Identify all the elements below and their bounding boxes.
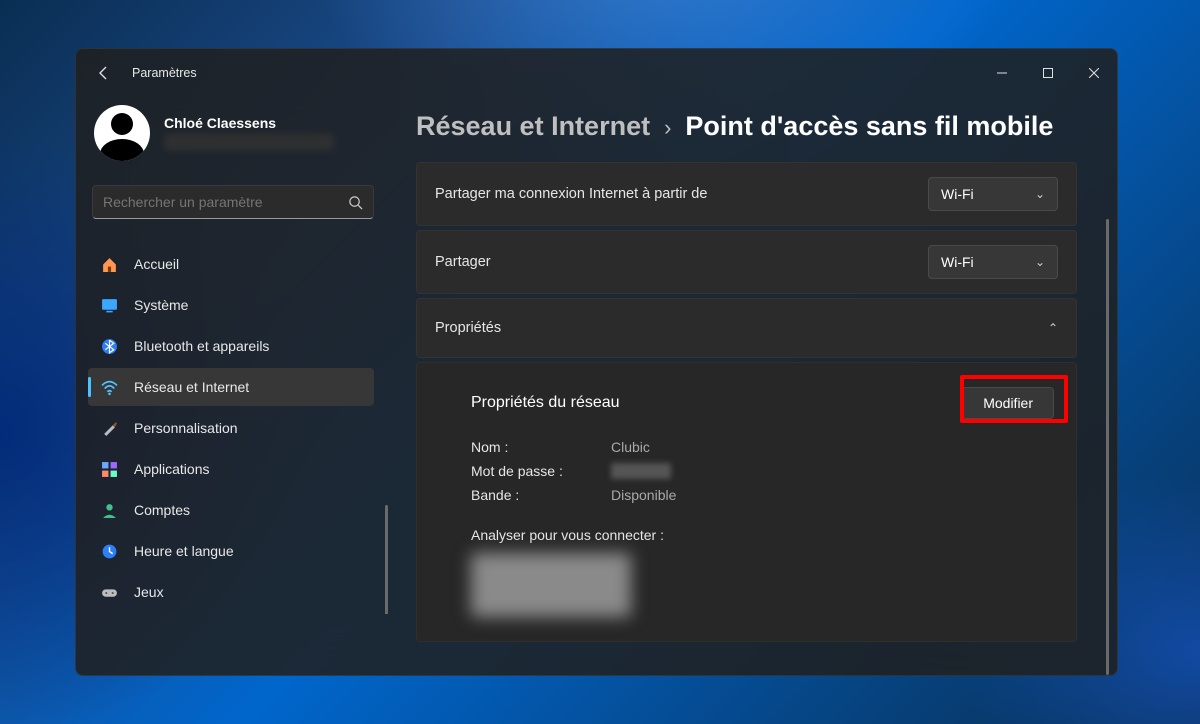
kv-key: Bande : [471,487,611,503]
settings-cards: Partager ma connexion Internet à partir … [416,162,1113,646]
kv-key: Nom : [471,439,611,455]
maximize-icon [1043,68,1053,78]
minimize-icon [997,68,1007,78]
page-title: Point d'accès sans fil mobile [685,111,1053,142]
bluetooth-icon [100,337,118,355]
sidebar: Chloé Claessens Accueil [76,97,390,675]
apps-icon [100,460,118,478]
window-controls [979,49,1117,97]
kv-value: Disponible [611,487,676,503]
card-label: Partager ma connexion Internet à partir … [435,186,707,202]
home-icon [100,255,118,273]
sidebar-item-label: Jeux [134,584,164,600]
kv-key: Mot de passe : [471,463,611,479]
maximize-button[interactable] [1025,49,1071,97]
profile-block[interactable]: Chloé Claessens [76,101,390,179]
content-scrollbar[interactable] [1106,219,1109,675]
close-button[interactable] [1071,49,1117,97]
sidebar-item-label: Accueil [134,256,179,272]
chevron-down-icon: ⌄ [1035,187,1045,201]
minimize-button[interactable] [979,49,1025,97]
qr-code-redacted [471,553,631,617]
sidebar-item-bluetooth[interactable]: Bluetooth et appareils [88,327,374,365]
system-icon [100,296,118,314]
modify-button-label: Modifier [983,395,1033,411]
sidebar-scrollbar[interactable] [385,505,388,614]
sidebar-item-accounts[interactable]: Comptes [88,491,374,529]
properties-section-title: Propriétés du réseau [471,394,620,412]
arrow-left-icon [96,65,112,81]
clock-globe-icon [100,542,118,560]
share-from-select[interactable]: Wi-Fi ⌄ [928,177,1058,211]
sidebar-item-personalization[interactable]: Personnalisation [88,409,374,447]
analyse-label: Analyser pour vous connecter : [471,527,1054,543]
person-icon [100,501,118,519]
card-share-from: Partager ma connexion Internet à partir … [416,162,1077,226]
search-box[interactable] [92,185,374,219]
profile-name: Chloé Claessens [164,115,334,131]
sidebar-item-label: Bluetooth et appareils [134,338,269,354]
card-properties-header[interactable]: Propriétés ⌃ [416,298,1077,358]
content-area: Réseau et Internet › Point d'accès sans … [390,97,1117,675]
sidebar-item-label: Réseau et Internet [134,379,249,395]
sidebar-item-label: Système [134,297,188,313]
sidebar-item-network[interactable]: Réseau et Internet [88,368,374,406]
sidebar-item-label: Heure et langue [134,543,234,559]
sidebar-item-gaming[interactable]: Jeux [88,573,374,611]
select-value: Wi-Fi [941,186,974,202]
card-label: Partager [435,254,491,270]
settings-window: Paramètres Chloé Claessens [75,48,1118,676]
card-label: Propriétés [435,320,501,336]
chevron-right-icon: › [664,115,671,141]
card-share-over: Partager Wi-Fi ⌄ [416,230,1077,294]
window-body: Chloé Claessens Accueil [76,97,1117,675]
kv-row-name: Nom : Clubic [471,439,1054,455]
sidebar-item-apps[interactable]: Applications [88,450,374,488]
select-value: Wi-Fi [941,254,974,270]
breadcrumb: Réseau et Internet › Point d'accès sans … [416,97,1113,142]
sidebar-item-label: Personnalisation [134,420,238,436]
kv-value-redacted [611,463,671,479]
card-properties-body: Propriétés du réseau Modifier Nom : Club… [416,362,1077,642]
chevron-up-icon: ⌃ [1048,321,1058,335]
profile-text: Chloé Claessens [164,115,334,151]
profile-email-redacted [164,133,334,151]
kv-row-band: Bande : Disponible [471,487,1054,503]
back-button[interactable] [90,59,118,87]
sidebar-item-system[interactable]: Système [88,286,374,324]
titlebar: Paramètres [76,49,1117,97]
chevron-down-icon: ⌄ [1035,255,1045,269]
search-input[interactable] [103,194,348,210]
sidebar-item-time-language[interactable]: Heure et langue [88,532,374,570]
share-over-select[interactable]: Wi-Fi ⌄ [928,245,1058,279]
breadcrumb-root[interactable]: Réseau et Internet [416,111,650,142]
sidebar-item-home[interactable]: Accueil [88,245,374,283]
sidebar-item-label: Comptes [134,502,190,518]
kv-row-password: Mot de passe : [471,463,1054,479]
gamepad-icon [100,583,118,601]
sidebar-nav: Accueil Système Bluetooth et appareils R… [76,245,390,614]
brush-icon [100,419,118,437]
kv-value: Clubic [611,439,650,455]
properties-kv: Nom : Clubic Mot de passe : Bande : Disp… [471,439,1054,503]
wifi-icon [100,378,118,396]
window-title: Paramètres [132,66,197,80]
sidebar-item-label: Applications [134,461,210,477]
close-icon [1089,68,1099,78]
modify-button[interactable]: Modifier [962,387,1054,419]
avatar [94,105,150,161]
search-icon [348,195,363,210]
